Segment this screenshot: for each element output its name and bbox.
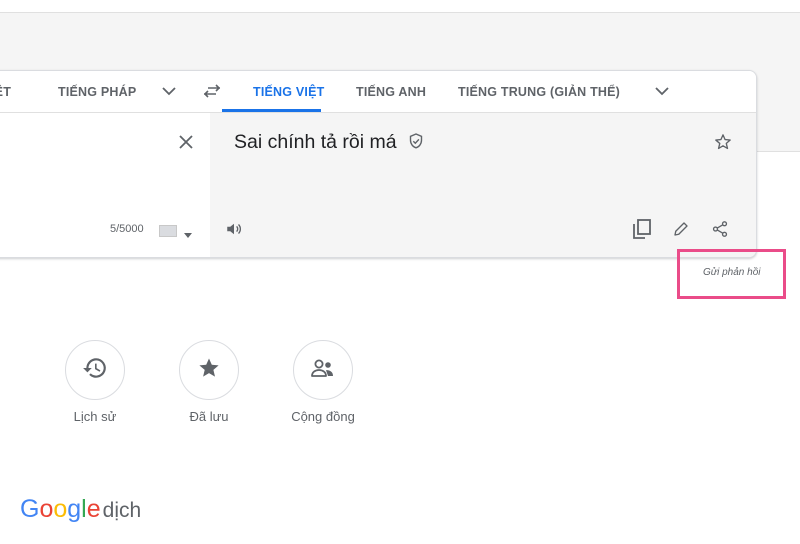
community-button[interactable] bbox=[293, 340, 353, 400]
share-icon[interactable] bbox=[709, 218, 731, 240]
target-lang-dropdown-icon[interactable] bbox=[652, 81, 672, 101]
translator-card: IỆT TIẾNG PHÁP TIẾNG VIỆT TIẾNG ANH TIẾN… bbox=[0, 70, 757, 258]
save-star-icon[interactable] bbox=[712, 131, 734, 153]
saved-label: Đã lưu bbox=[189, 409, 229, 424]
history-label: Lịch sử bbox=[73, 409, 117, 424]
source-lang-tab-partial[interactable]: IỆT bbox=[0, 71, 11, 112]
community-label: Cộng đồng bbox=[291, 409, 355, 424]
char-counter: 5/5000 bbox=[110, 223, 144, 235]
source-lang-tab-french[interactable]: TIẾNG PHÁP bbox=[58, 71, 136, 112]
source-lang-dropdown-icon[interactable] bbox=[159, 81, 179, 101]
translation-output: Sai chính tả rồi má bbox=[234, 131, 423, 155]
active-tab-indicator bbox=[222, 109, 321, 112]
google-translate-logo: Googledịch bbox=[20, 495, 141, 524]
send-feedback-link[interactable]: Gửi phản hồi bbox=[703, 267, 761, 278]
translation-text: Sai chính tả rồi má bbox=[234, 131, 397, 153]
copy-icon[interactable] bbox=[631, 217, 653, 241]
logo-suffix: dịch bbox=[102, 499, 142, 522]
band-divider bbox=[756, 151, 800, 152]
swap-languages-icon[interactable] bbox=[200, 80, 224, 102]
clear-text-icon[interactable] bbox=[176, 132, 196, 152]
edit-pencil-icon[interactable] bbox=[670, 218, 692, 240]
saved-shortcut[interactable]: Đã lưu bbox=[164, 340, 254, 424]
star-icon bbox=[197, 356, 221, 385]
target-lang-tab-vietnamese[interactable]: TIẾNG VIỆT bbox=[253, 71, 324, 112]
history-icon bbox=[82, 355, 108, 386]
listen-speaker-icon[interactable] bbox=[223, 218, 245, 240]
input-tools-dropdown-icon[interactable] bbox=[184, 225, 192, 243]
language-bar: IỆT TIẾNG PHÁP TIẾNG VIỆT TIẾNG ANH TIẾN… bbox=[0, 71, 756, 113]
community-shortcut[interactable]: Cộng đồng bbox=[278, 340, 368, 424]
target-lang-tab-english[interactable]: TIẾNG ANH bbox=[356, 71, 426, 112]
source-pane[interactable]: 5/5000 bbox=[0, 113, 210, 257]
target-pane: Sai chính tả rồi má bbox=[210, 113, 756, 257]
saved-button[interactable] bbox=[179, 340, 239, 400]
history-button[interactable] bbox=[65, 340, 125, 400]
target-lang-tab-chinese[interactable]: TIẾNG TRUNG (GIẢN THỂ) bbox=[458, 71, 620, 112]
google-wordmark: Google bbox=[20, 495, 101, 523]
community-icon bbox=[310, 356, 336, 385]
history-shortcut[interactable]: Lịch sử bbox=[50, 340, 140, 424]
keyboard-icon[interactable] bbox=[159, 225, 177, 237]
verified-shield-icon bbox=[409, 132, 423, 155]
